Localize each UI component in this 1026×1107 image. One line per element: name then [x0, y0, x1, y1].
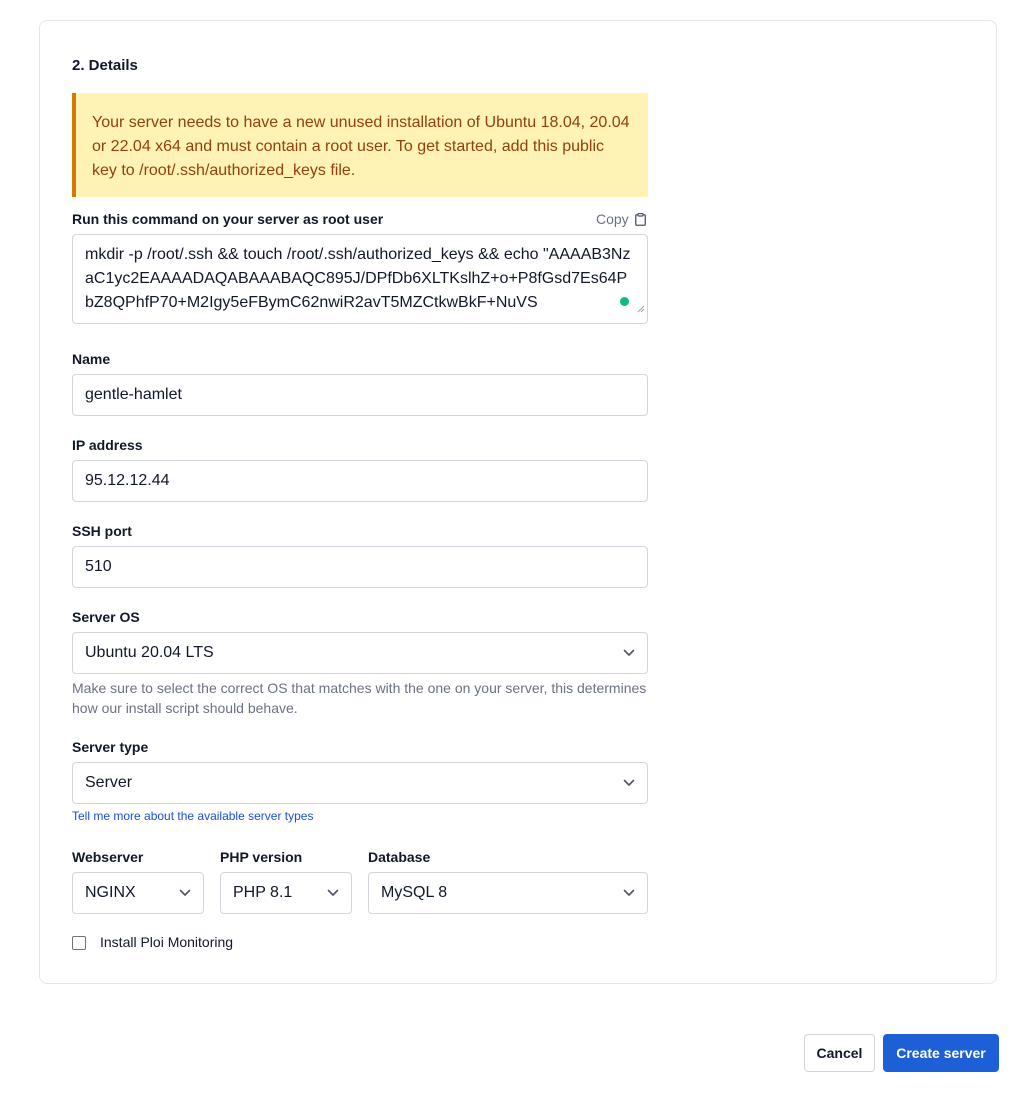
chevron-down-icon	[179, 884, 191, 902]
ip-label: IP address	[72, 437, 143, 453]
chevron-down-icon	[327, 884, 339, 902]
monitoring-label: Install Ploi Monitoring	[100, 934, 234, 950]
resize-handle-icon[interactable]	[637, 297, 645, 321]
database-select[interactable]: MySQL 8	[368, 872, 648, 914]
server-type-select[interactable]: Server	[72, 762, 648, 804]
server-types-link[interactable]: Tell me more about the available server …	[72, 809, 313, 823]
webserver-label: Webserver	[72, 849, 144, 865]
server-os-label: Server OS	[72, 609, 140, 625]
status-dot-icon	[620, 297, 629, 306]
ssh-port-value: 510	[85, 558, 112, 575]
name-value: gentle-hamlet	[85, 386, 182, 403]
chevron-down-icon	[623, 884, 635, 902]
clipboard-icon	[634, 212, 646, 226]
details-card: 2. Details Your server needs to have a n…	[39, 20, 997, 984]
command-text: mkdir -p /root/.ssh && touch /root/.ssh/…	[85, 246, 631, 311]
server-type-label: Server type	[72, 739, 149, 755]
monitoring-checkbox[interactable]	[72, 936, 86, 950]
requirements-notice: Your server needs to have a new unused i…	[72, 93, 648, 197]
database-value: MySQL 8	[381, 884, 448, 901]
chevron-down-icon	[623, 644, 635, 662]
chevron-down-icon	[623, 774, 635, 792]
create-server-button[interactable]: Create server	[883, 1034, 999, 1072]
section-title: 2. Details	[72, 57, 138, 74]
copy-button[interactable]: Copy	[596, 211, 646, 227]
ip-address-input[interactable]: 95.12.12.44	[72, 460, 648, 502]
server-type-value: Server	[85, 774, 133, 791]
server-os-help: Make sure to select the correct OS that …	[72, 680, 647, 716]
ssh-port-input[interactable]: 510	[72, 546, 648, 588]
webserver-value: NGINX	[85, 884, 136, 901]
copy-label: Copy	[596, 211, 629, 227]
ssh-port-label: SSH port	[72, 523, 132, 539]
notice-text: Your server needs to have a new unused i…	[92, 114, 630, 179]
database-label: Database	[368, 849, 431, 865]
php-version-value: PHP 8.1	[233, 884, 293, 901]
server-os-value: Ubuntu 20.04 LTS	[85, 644, 214, 661]
name-input[interactable]: gentle-hamlet	[72, 374, 648, 416]
php-version-label: PHP version	[220, 849, 303, 865]
ip-value: 95.12.12.44	[85, 472, 170, 489]
server-os-select[interactable]: Ubuntu 20.04 LTS	[72, 632, 648, 674]
php-version-select[interactable]: PHP 8.1	[220, 872, 352, 914]
webserver-select[interactable]: NGINX	[72, 872, 204, 914]
name-label: Name	[72, 351, 111, 367]
cancel-button[interactable]: Cancel	[804, 1034, 875, 1072]
command-label: Run this command on your server as root …	[72, 211, 384, 227]
command-textarea[interactable]: mkdir -p /root/.ssh && touch /root/.ssh/…	[72, 234, 648, 324]
